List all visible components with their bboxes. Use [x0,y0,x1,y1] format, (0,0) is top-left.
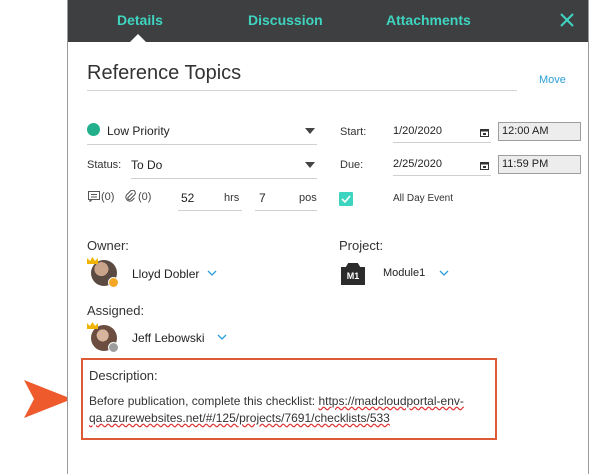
status-dropdown-icon[interactable] [305,162,315,168]
project-label: Project: [339,238,384,253]
pos-underline [255,210,317,211]
chevron-down-icon[interactable] [439,270,449,276]
due-date-input[interactable]: 2/25/2020 [393,158,442,170]
owner-name[interactable]: Lloyd Dobler [132,267,199,281]
callout-arrow-icon [24,380,72,418]
priority-underline [87,144,317,145]
tab-attachments[interactable]: Attachments [386,12,471,28]
checkmark-icon [341,195,351,204]
owner-label: Owner: [87,238,129,253]
start-date-underline [393,142,491,143]
description-highlight: Description: Before publication, complet… [81,358,497,440]
paperclip-icon[interactable] [125,190,136,202]
due-time-input[interactable]: 11:59 PM [498,155,581,174]
task-detail-panel: Details Discussion Attachments Reference… [67,0,589,474]
title-underline [87,90,517,91]
all-day-label: All Day Event [393,193,454,204]
description-text: Before publication, complete this checkl… [89,394,319,408]
close-icon[interactable] [559,12,575,28]
task-title[interactable]: Reference Topics [87,62,241,85]
assigned-name[interactable]: Jeff Lebowski [132,331,205,345]
discussion-count: (0) [101,191,115,203]
hours-underline [178,210,242,211]
start-time-input[interactable]: 12:00 AM [498,122,581,141]
priority-dropdown-icon[interactable] [305,128,315,134]
hours-input[interactable]: 52 [181,191,194,205]
project-name[interactable]: Module1 [383,267,425,279]
priority-dot-icon [87,123,100,136]
tab-details[interactable]: Details [117,12,163,28]
description-label: Description: [89,368,158,383]
priority-select[interactable]: Low Priority [107,124,170,138]
due-label: Due: [340,159,364,171]
status-label: Status: [87,159,122,171]
status-underline [131,178,317,179]
module-icon: M1 [341,263,365,285]
chevron-down-icon[interactable] [207,270,217,276]
owner-status-dot [108,277,119,288]
pos-unit: pos [299,192,317,204]
move-link[interactable]: Move [539,74,566,86]
start-date-input[interactable]: 1/20/2020 [393,125,442,137]
hours-unit: hrs [224,192,240,204]
status-select[interactable]: To Do [131,158,162,172]
discussion-icon[interactable] [88,191,100,202]
assigned-status-dot [108,342,119,353]
chevron-down-icon[interactable] [217,334,227,340]
pos-input[interactable]: 7 [259,191,266,205]
start-label: Start: [340,126,367,138]
assigned-label: Assigned: [87,303,145,318]
all-day-checkbox[interactable] [339,192,353,206]
attachment-count: (0) [138,191,152,203]
calendar-icon[interactable] [480,161,489,170]
crown-icon [87,257,98,264]
tab-bar: Details Discussion Attachments [68,0,588,42]
due-date-underline [393,175,491,176]
description-field[interactable]: Before publication, complete this checkl… [89,393,489,427]
active-tab-indicator [130,34,146,42]
tab-discussion[interactable]: Discussion [248,12,323,28]
crown-icon [87,322,98,329]
calendar-icon[interactable] [480,128,489,137]
